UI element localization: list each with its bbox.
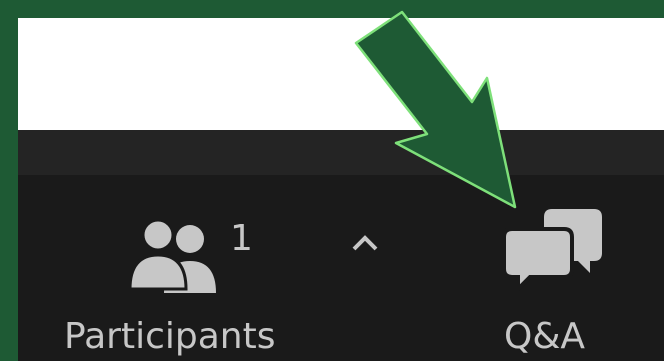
- participants-button[interactable]: 1 Participants: [58, 199, 298, 355]
- qa-chat-bubbles-icon: [504, 209, 602, 291]
- qa-label: Q&A: [504, 316, 586, 357]
- chevron-up-icon: [352, 235, 378, 251]
- participants-label: Participants: [64, 316, 276, 357]
- meeting-view-area: [18, 18, 664, 130]
- qa-button[interactable]: Q&A: [488, 195, 618, 355]
- zoom-window: 1 Participants Q&A: [18, 18, 664, 361]
- toolbar-top-edge: [18, 130, 664, 175]
- meeting-toolbar: 1 Participants Q&A: [18, 175, 664, 361]
- participants-count: 1: [230, 218, 253, 259]
- participants-options-button[interactable]: [340, 223, 390, 263]
- participants-icon: [130, 218, 216, 293]
